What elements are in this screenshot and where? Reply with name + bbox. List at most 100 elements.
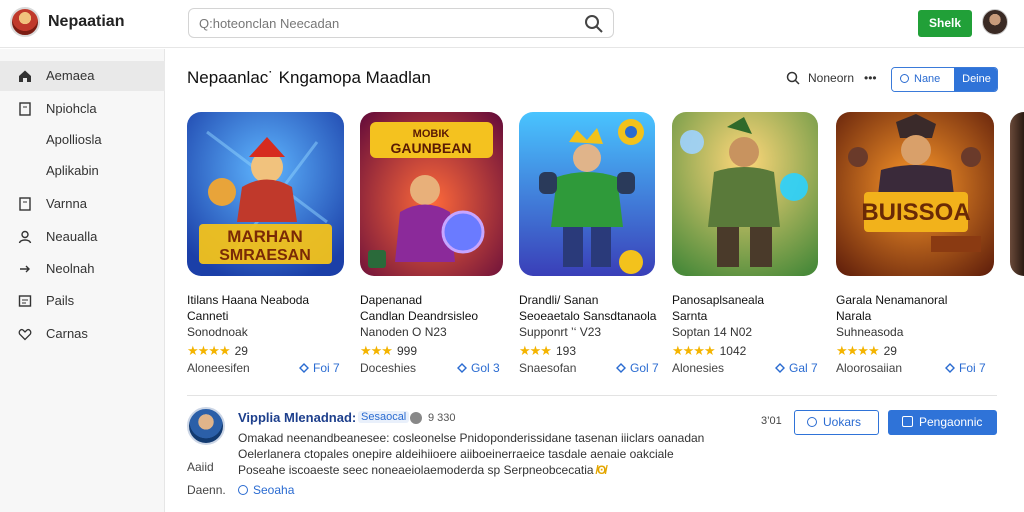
game-thumbnail[interactable]: [519, 112, 655, 276]
search-bar[interactable]: Q:hoteonclan Neecadan: [188, 8, 614, 38]
star-rating-icon: ★★★★: [836, 343, 880, 358]
image-icon: [17, 293, 33, 309]
game-rating: ★★★★ 29: [836, 343, 897, 359]
game-link[interactable]: Gol 7: [615, 361, 659, 375]
review-count: 3’01: [761, 415, 782, 427]
rating-value: 29: [883, 344, 897, 358]
sidebar: Aemaea Npiohcla Apolliosla Aplikabin Var…: [0, 49, 165, 512]
star-rating-icon: ★★★★: [672, 343, 716, 358]
game-card[interactable]: MOBIK GAUNBEAN Dapenanad Candlan Deandrs…: [360, 112, 520, 382]
svg-text:GAUNBEAN: GAUNBEAN: [391, 140, 472, 156]
game-developer: Nanoden O N23: [360, 325, 447, 339]
review-line: Poseahe iscoaeste seec noneaeiolaemoderd…: [238, 462, 738, 478]
heart-icon: [17, 326, 33, 342]
user-avatar[interactable]: [982, 9, 1008, 35]
filter-label[interactable]: Noneorn: [808, 71, 854, 85]
reviewer-name[interactable]: Vipplia Mlenadnad:: [238, 410, 356, 425]
bookmark-icon: [17, 196, 33, 212]
home-icon: [17, 68, 33, 84]
reviewer-badge: Sesaocal: [358, 411, 410, 423]
game-developer: Supponrt ’‘ V23: [519, 325, 602, 339]
game-title: Drandli/ Sanan Seoeaetalo Sansdtanaola: [519, 293, 657, 323]
review-link-label: Seoaha: [253, 483, 295, 497]
sidebar-item-label: Neolnah: [46, 261, 95, 276]
review-meta: 9 330: [428, 412, 456, 424]
sidebar-item-label: Carnas: [46, 326, 88, 341]
rating-value: 29: [234, 344, 248, 358]
game-link[interactable]: Foi 7: [944, 361, 986, 375]
edit-icon: [902, 416, 913, 427]
game-thumbnail[interactable]: MOBIK GAUNBEAN: [360, 112, 503, 276]
sidebar-item-favorites[interactable]: Carnas: [0, 319, 165, 349]
rating-value: 999: [396, 344, 417, 358]
sidebar-item-library[interactable]: Npiohcla: [0, 94, 165, 124]
game-thumbnail-partial[interactable]: [1010, 112, 1024, 276]
view-toggle-label: Nane: [914, 73, 941, 85]
search-icon[interactable]: [583, 13, 605, 35]
view-toggle-option-b[interactable]: Deine: [954, 68, 997, 91]
game-rating: ★★★ 193: [519, 343, 576, 359]
reviewer-avatar[interactable]: [187, 407, 225, 445]
divider: [187, 395, 997, 396]
link-icon: [615, 362, 627, 374]
review-secondary-button[interactable]: Uokars: [794, 410, 879, 435]
signin-button[interactable]: Shelk: [918, 10, 972, 37]
review-link[interactable]: Seoaha: [238, 483, 294, 497]
game-card[interactable]: Drandli/ Sanan Seoeaetalo Sansdtanaola S…: [519, 112, 679, 382]
sidebar-item-label: Npiohcla: [46, 101, 97, 116]
button-label: Pengaonnic: [919, 415, 983, 429]
sidebar-item-games[interactable]: Varnna: [0, 189, 165, 219]
game-thumbnail[interactable]: BUISSOA: [836, 112, 994, 276]
sidebar-item-share[interactable]: Neolnah: [0, 254, 165, 284]
game-link[interactable]: Foi 7: [298, 361, 340, 375]
game-card[interactable]: BUISSOA Garala Nenamanoral Narala Suhnea…: [836, 112, 996, 382]
review-note: Daenn.: [187, 483, 226, 497]
review-primary-button[interactable]: Pengaonnic: [888, 410, 997, 435]
star-rating-icon: ★★★: [519, 343, 552, 358]
share-icon: [17, 261, 33, 277]
sidebar-item-label: Aplikabin: [46, 163, 99, 178]
top-bar: Nepaatian Q:hoteonclan Neecadan Shelk: [0, 0, 1024, 48]
sidebar-item-apps[interactable]: Aplikabin: [0, 156, 165, 186]
game-thumbnail[interactable]: MARHAN SMRAESAN: [187, 112, 344, 276]
game-rating: ★★★ 999: [360, 343, 417, 359]
game-thumbnail[interactable]: [672, 112, 818, 276]
game-link[interactable]: Gal 7: [774, 361, 818, 375]
link-icon: [298, 362, 310, 374]
review-line: Omakad neenandbeanesee: cosleonelse Pnid…: [238, 431, 705, 445]
review-line: Oelerlanera ctopales onepire aldeihiioer…: [238, 447, 674, 461]
page-title: Nepaanlac˙ Kngamopa Maadlan: [187, 68, 431, 87]
star-rating-icon: ★★★★: [187, 343, 231, 358]
svg-text:SMRAESAN: SMRAESAN: [219, 247, 311, 264]
game-tag: Alonesies: [672, 361, 725, 375]
more-icon[interactable]: •••: [864, 71, 877, 85]
view-toggle: Nane Deine: [891, 67, 998, 92]
search-input[interactable]: Q:hoteonclan Neecadan: [199, 16, 339, 31]
game-link[interactable]: Gol 3: [456, 361, 500, 375]
game-title: Itilans Haana Neaboda Canneti: [187, 293, 310, 323]
game-tag: Snaesofan: [519, 361, 577, 375]
link-icon: [774, 362, 786, 374]
sidebar-item-label: Pails: [46, 293, 75, 308]
sidebar-item-photos[interactable]: Pails: [0, 286, 165, 316]
info-icon: [410, 412, 422, 424]
game-card[interactable]: Panosaplsaneala Sarnta Soptan 14 N02 ★★★…: [672, 112, 832, 382]
review-line-text: Poseahe iscoaeste seec noneaeiolaemoderd…: [238, 463, 594, 477]
sidebar-item-applications[interactable]: Apolliosla: [0, 125, 165, 155]
sidebar-item-home[interactable]: Aemaea: [0, 61, 165, 91]
game-card[interactable]: MARHAN SMRAESAN Itilans Haana Neaboda Ca…: [187, 112, 347, 382]
view-toggle-option-a[interactable]: Nane: [892, 68, 954, 91]
brand-logo[interactable]: [10, 7, 40, 37]
svg-text:BUISSOA: BUISSOA: [861, 199, 970, 226]
link-icon: [456, 362, 468, 374]
sidebar-item-people[interactable]: Neaualla: [0, 222, 165, 252]
game-link-label: Gol 3: [471, 361, 500, 375]
brand-name[interactable]: Nepaatian: [48, 13, 124, 31]
review-highlight: ̸ʘ̸: [596, 463, 607, 477]
sidebar-item-label: Apolliosla: [46, 132, 102, 147]
game-rating: ★★★★ 29: [187, 343, 248, 359]
svg-text:MOBIK: MOBIK: [413, 128, 450, 140]
star-rating-icon: ★★★: [360, 343, 393, 358]
search-icon[interactable]: [785, 70, 801, 86]
user-icon: [17, 229, 33, 245]
